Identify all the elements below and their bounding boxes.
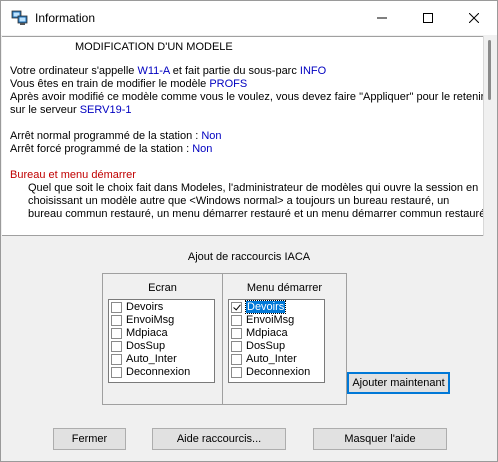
desktop-paragraph-line-2: choisissant un modèle autre que <Windows… [28, 195, 450, 207]
checkbox[interactable] [231, 340, 242, 352]
model-name: PROFS [209, 78, 248, 90]
vertical-scrollbar[interactable] [483, 36, 496, 236]
normal-stop-label: Arrêt normal programmé de la station : [10, 130, 202, 142]
close-button[interactable] [451, 1, 497, 35]
close-dialog-button[interactable]: Fermer [53, 428, 126, 450]
model-line: Vous êtes en train de modifier le modèle… [10, 78, 247, 91]
desktop-section-title: Bureau et menu démarrer [10, 169, 136, 181]
server-line-text: sur le serveur [10, 104, 80, 116]
checkbox[interactable] [111, 340, 122, 352]
list-item-label: Auto_Inter [126, 353, 177, 365]
ecran-item-deconnexion[interactable]: Deconnexion [111, 366, 212, 378]
computer-line: Votre ordinateur s'appelle W11-A et fait… [10, 65, 326, 78]
hide-help-button[interactable]: Masquer l'aide [313, 428, 447, 450]
ecran-item-mdpiaca[interactable]: Mdpiaca [111, 327, 212, 339]
maximize-button[interactable] [405, 1, 451, 35]
checkbox[interactable] [111, 301, 122, 313]
menu-item-dossup[interactable]: DosSup [231, 340, 322, 352]
maximize-icon [423, 13, 433, 23]
list-item-label: EnvoiMsg [246, 314, 295, 326]
list-item-label: Mdpiaca [126, 327, 168, 339]
server-name: SERV19-1 [79, 104, 132, 116]
model-line-text: Vous êtes en train de modifier le modèle [10, 78, 210, 90]
information-text-panel[interactable]: MODIFICATION D'UN MODELE Votre ordinateu… [2, 36, 483, 236]
menu-item-auto-inter[interactable]: Auto_Inter [231, 353, 322, 365]
normal-stop-value: Non [201, 130, 222, 142]
computer-line-text: Votre ordinateur s'appelle [10, 65, 138, 77]
minimize-icon [377, 17, 387, 19]
ecran-shortcut-list[interactable]: Devoirs EnvoiMsg Mdpiaca DosSup Auto_Int… [108, 299, 215, 383]
list-item-label: DosSup [246, 340, 286, 352]
ecran-item-envoimsg[interactable]: EnvoiMsg [111, 314, 212, 326]
checkbox[interactable] [111, 366, 122, 378]
close-icon [469, 13, 479, 23]
checkbox[interactable] [231, 366, 242, 378]
desktop-paragraph-line-1: Quel que soit le choix fait dans Modeles… [28, 182, 479, 194]
normal-stop-line: Arrêt normal programmé de la station : N… [10, 130, 222, 143]
information-window: Information MODIFICATION D'UN MODELE Vot… [0, 0, 498, 462]
menu-shortcut-list[interactable]: Devoirs EnvoiMsg Mdpiaca DosSup Auto_Int… [228, 299, 325, 383]
list-item-label: Auto_Inter [246, 353, 297, 365]
checkbox[interactable] [111, 353, 122, 365]
menu-item-devoirs[interactable]: Devoirs [231, 300, 322, 314]
ecran-group: Ecran Devoirs EnvoiMsg Mdpiaca DosSup Au… [102, 273, 223, 405]
checkbox-checked[interactable] [231, 301, 242, 313]
checkbox[interactable] [111, 327, 122, 339]
list-item-label: Deconnexion [126, 366, 191, 378]
checkbox[interactable] [231, 327, 242, 339]
ecran-item-dossup[interactable]: DosSup [111, 340, 212, 352]
checkbox[interactable] [231, 314, 242, 326]
minimize-button[interactable] [359, 1, 405, 35]
title-bar[interactable]: Information [1, 1, 497, 35]
menu-demarrer-group-title: Menu démarrer [246, 282, 323, 294]
forced-stop-line: Arrêt forcé programmé de la station : No… [10, 143, 212, 156]
menu-item-envoimsg[interactable]: EnvoiMsg [231, 314, 322, 326]
ecran-group-title: Ecran [148, 282, 177, 294]
ecran-item-auto-inter[interactable]: Auto_Inter [111, 353, 212, 365]
menu-demarrer-group: Menu démarrer Devoirs EnvoiMsg Mdpiaca D… [222, 273, 347, 405]
apply-instruction: Après avoir modifié ce modèle comme vous… [10, 91, 483, 103]
forced-stop-label: Arrêt forcé programmé de la station : [10, 143, 193, 155]
menu-item-deconnexion[interactable]: Deconnexion [231, 366, 322, 378]
computer-name: W11-A [137, 65, 170, 77]
subpark-line-text: et fait partie du sous-parc [169, 65, 300, 77]
add-now-button[interactable]: Ajouter maintenant [347, 372, 450, 394]
server-line: sur le serveur SERV19-1 [10, 104, 131, 117]
list-item-label: Devoirs [244, 300, 287, 314]
list-item-label: Devoirs [126, 301, 164, 313]
ecran-item-devoirs[interactable]: Devoirs [111, 301, 212, 313]
forced-stop-value: Non [192, 143, 213, 155]
window-title: Information [35, 11, 96, 25]
menu-item-mdpiaca[interactable]: Mdpiaca [231, 327, 322, 339]
shortcuts-title: Ajout de raccourcis IACA [187, 251, 311, 263]
computers-app-icon [11, 10, 28, 25]
list-item-label: DosSup [126, 340, 166, 352]
list-item-label: Mdpiaca [246, 327, 288, 339]
list-item-label: EnvoiMsg [126, 314, 175, 326]
desktop-paragraph-line-3: bureau commun restauré, un menu démarrer… [28, 208, 483, 220]
subpark-name: INFO [299, 65, 327, 77]
checkbox[interactable] [231, 353, 242, 365]
checkbox[interactable] [111, 314, 122, 326]
scrollbar-thumb[interactable] [488, 40, 491, 100]
list-item-label: Deconnexion [246, 366, 311, 378]
shortcuts-help-button[interactable]: Aide raccourcis... [152, 428, 286, 450]
message-heading: MODIFICATION D'UN MODELE [75, 41, 233, 53]
